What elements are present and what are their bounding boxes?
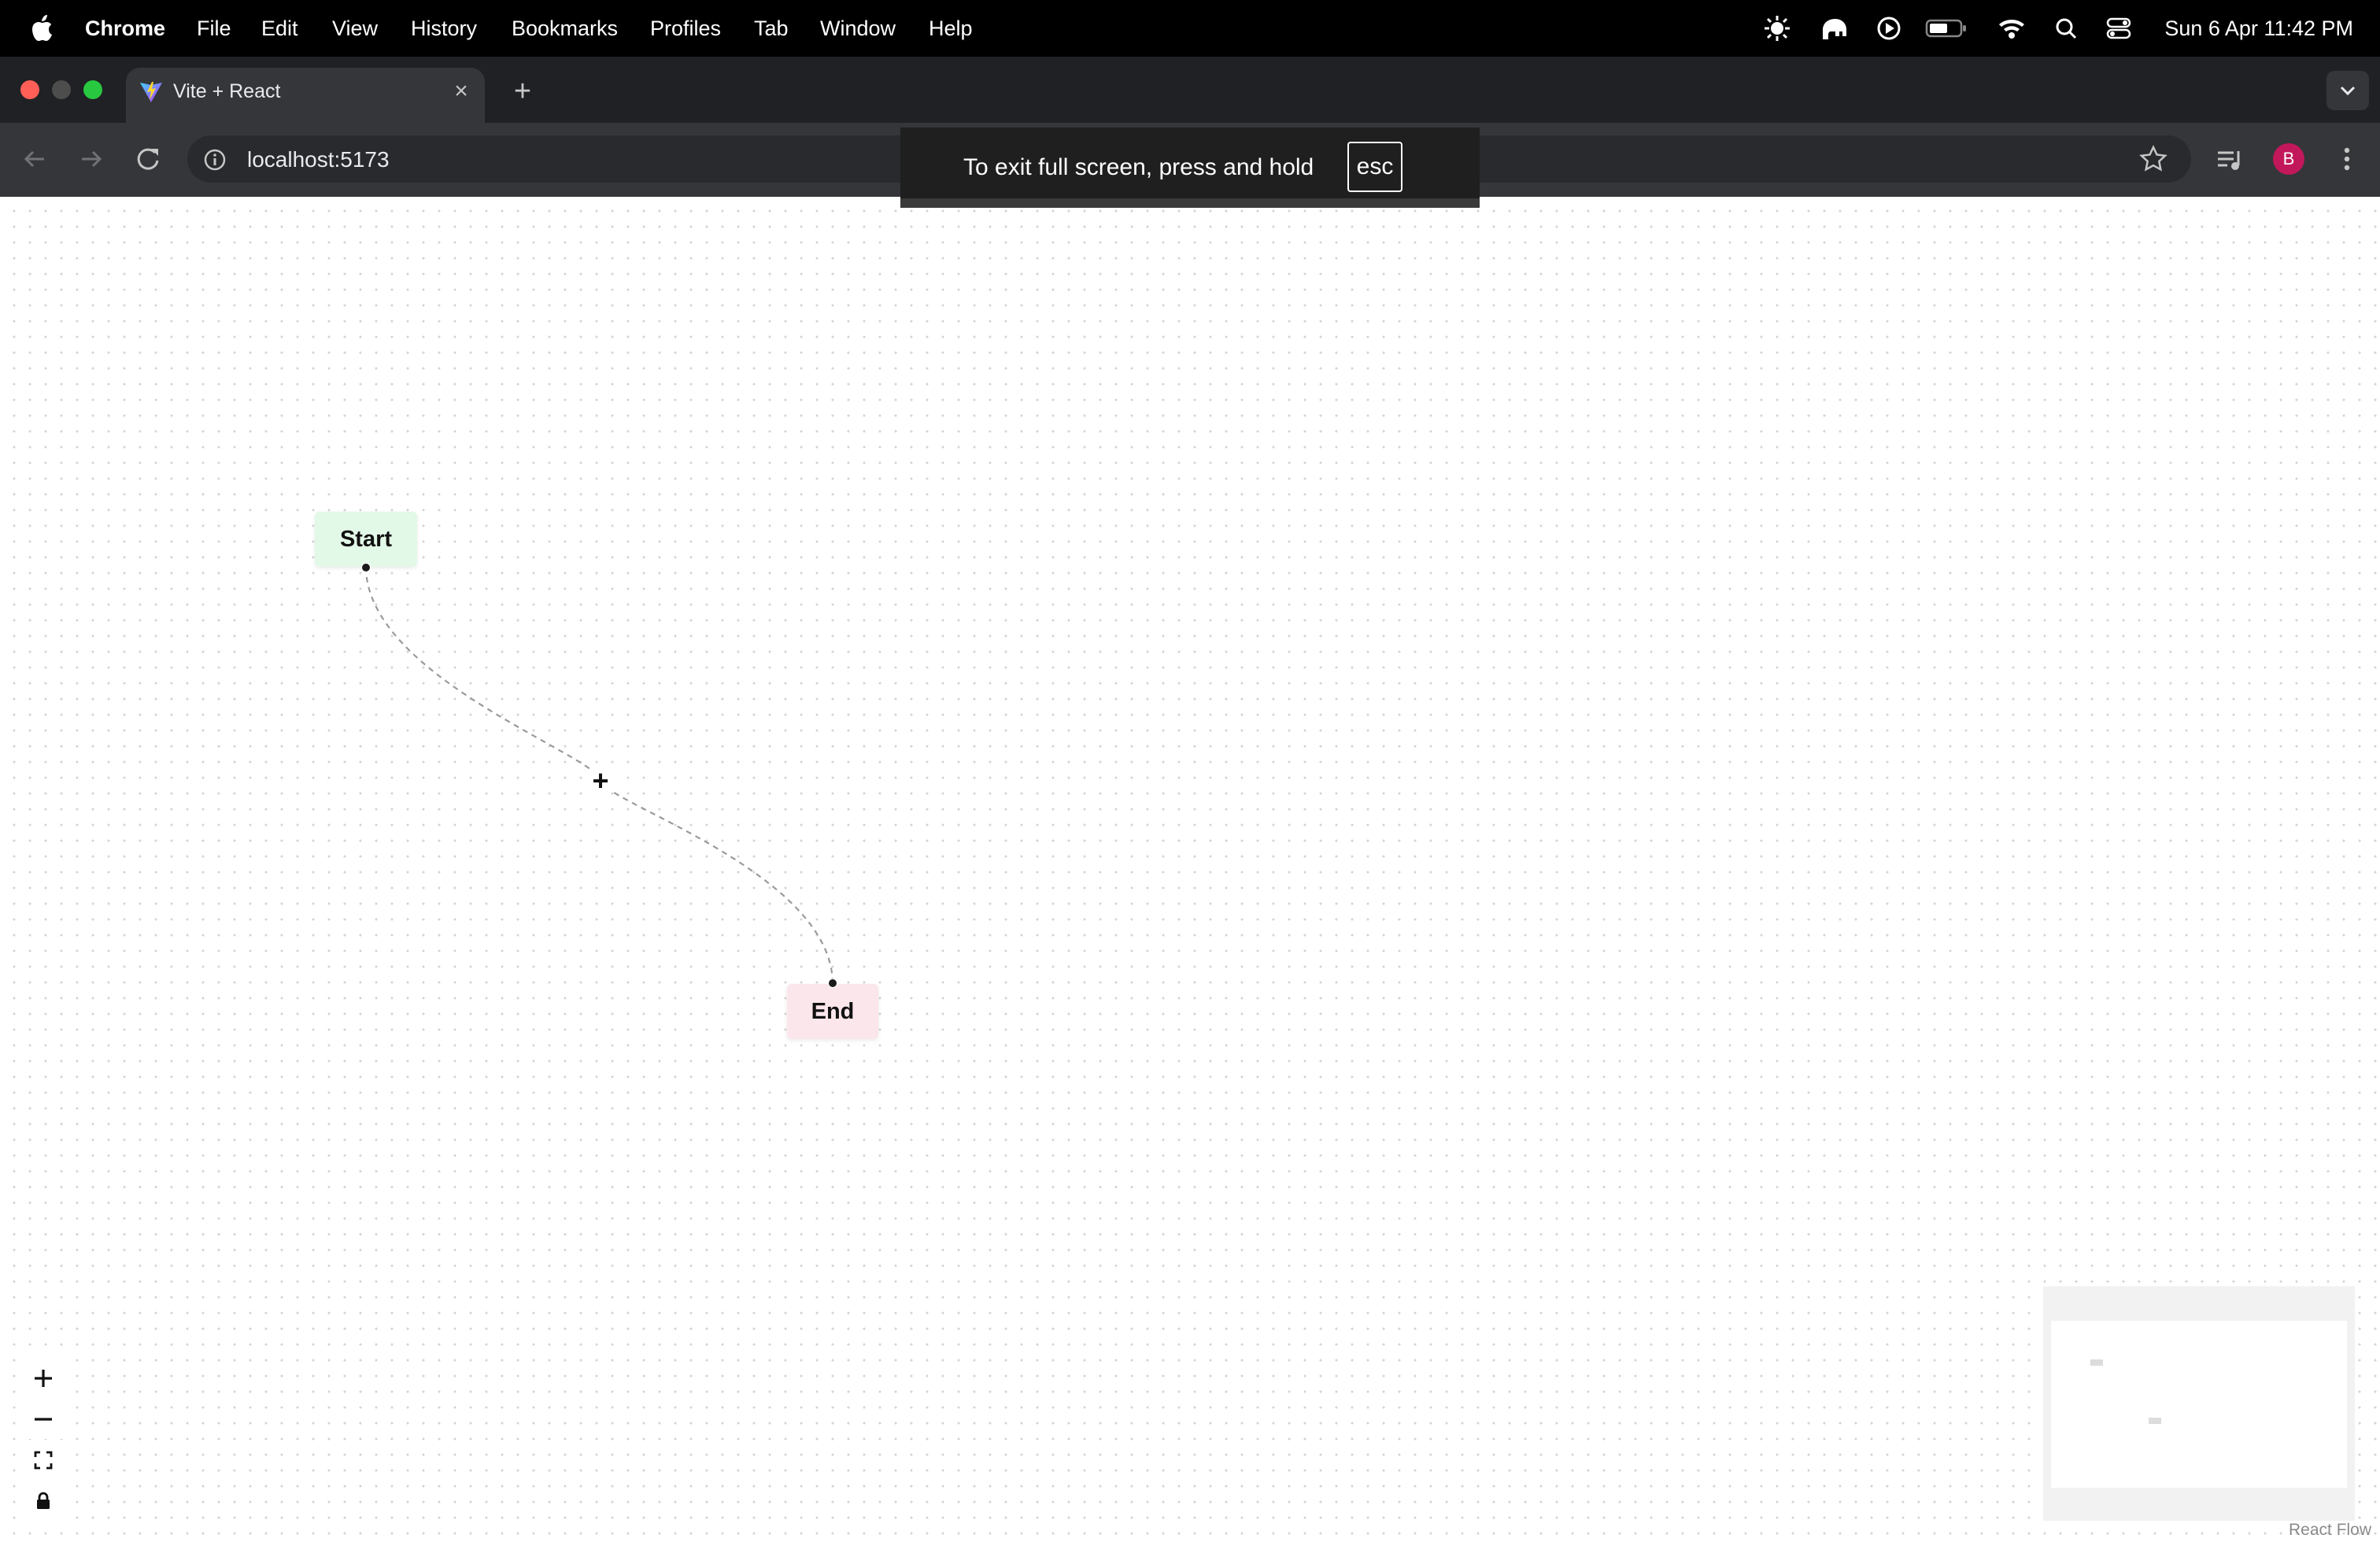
node-label: End	[811, 998, 855, 1024]
profile-avatar[interactable]: B	[2273, 143, 2304, 175]
menu-bookmarks[interactable]: Bookmarks	[512, 16, 618, 41]
lock-icon	[37, 1492, 50, 1509]
plus-icon	[35, 1370, 52, 1387]
fullscreen-notice-text: To exit full screen, press and hold	[963, 154, 1314, 180]
tab-title: Vite + React	[173, 80, 281, 102]
node-end-target-handle[interactable]	[828, 978, 837, 988]
menu-window[interactable]: Window	[820, 16, 896, 41]
window-minimize-button[interactable]	[52, 80, 71, 99]
bookmark-star-icon[interactable]	[2138, 143, 2169, 175]
macos-menu-bar: Chrome File Edit View History Bookmarks …	[0, 0, 2380, 57]
flow-node-start[interactable]: Start	[315, 512, 417, 567]
fit-view-button[interactable]	[22, 1441, 65, 1480]
menu-edit[interactable]: Edit	[261, 16, 298, 41]
react-flow-attribution[interactable]: React Flow	[2289, 1519, 2371, 1541]
chevron-down-icon	[2340, 86, 2356, 96]
flow-canvas[interactable]	[0, 197, 2380, 1546]
node-label: Start	[339, 526, 393, 552]
brightness-icon[interactable]	[1761, 14, 1793, 43]
elephant-app-icon[interactable]	[1818, 14, 1850, 43]
zoom-out-button[interactable]	[22, 1400, 65, 1439]
battery-icon[interactable]	[1925, 14, 1969, 43]
back-arrow-icon[interactable]	[17, 142, 52, 176]
vite-favicon-icon	[140, 82, 162, 102]
more-menu-icon[interactable]	[2331, 143, 2363, 175]
menu-app-chrome[interactable]: Chrome	[85, 16, 165, 41]
node-start-source-handle[interactable]	[361, 563, 371, 572]
play-circle-icon[interactable]	[1873, 14, 1905, 43]
menubar-clock[interactable]: Sun 6 Apr 11:42 PM	[2164, 16, 2353, 41]
menu-tab[interactable]: Tab	[754, 16, 789, 41]
window-close-button[interactable]	[20, 80, 39, 99]
edge-add-button[interactable]: +	[586, 767, 615, 797]
minimap-node-end	[2149, 1418, 2161, 1424]
apple-logo-icon[interactable]	[30, 13, 57, 44]
minus-icon	[35, 1418, 52, 1421]
menu-file[interactable]: File	[197, 16, 231, 41]
flow-node-end[interactable]: End	[787, 984, 878, 1039]
zoom-in-button[interactable]	[22, 1359, 65, 1398]
tab-search-button[interactable]	[2326, 71, 2369, 110]
tab-close-icon[interactable]: ×	[449, 79, 474, 104]
window-zoom-button[interactable]	[83, 80, 102, 99]
new-tab-button[interactable]: +	[507, 76, 538, 107]
spotlight-search-icon[interactable]	[2051, 14, 2082, 43]
control-center-icon[interactable]	[2103, 14, 2134, 43]
menu-help[interactable]: Help	[929, 16, 973, 41]
minimap-node-start	[2090, 1359, 2103, 1366]
menu-history[interactable]: History	[411, 16, 477, 41]
interactivity-lock-button[interactable]	[22, 1481, 65, 1521]
url-text[interactable]: localhost:5173	[247, 146, 390, 173]
minimap-viewport[interactable]	[2051, 1321, 2347, 1488]
wifi-icon[interactable]	[1996, 14, 2027, 43]
menu-profiles[interactable]: Profiles	[650, 16, 721, 41]
forward-arrow-icon[interactable]	[74, 142, 109, 176]
fit-view-icon	[34, 1451, 53, 1470]
menu-view[interactable]: View	[332, 16, 378, 41]
fullscreen-esc-key: esc	[1347, 142, 1402, 192]
reload-icon[interactable]	[131, 142, 165, 176]
site-info-icon[interactable]	[201, 146, 228, 173]
media-controls-icon[interactable]	[2215, 145, 2246, 175]
